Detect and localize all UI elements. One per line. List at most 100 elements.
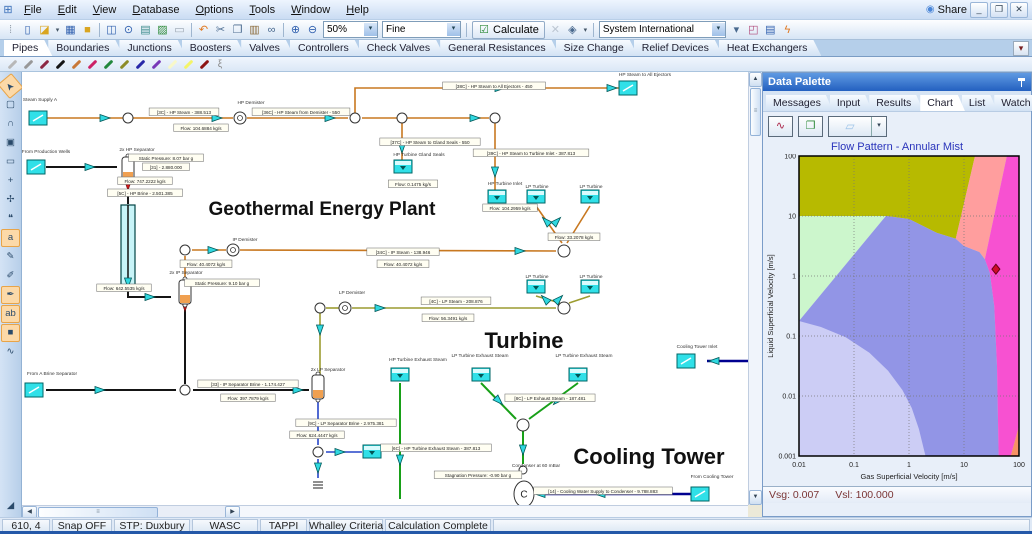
pen-color-5[interactable] [84,58,100,71]
tab-boosters[interactable]: Boosters [182,40,245,56]
page-setup-button[interactable]: ▭ [171,22,188,38]
quick-run-button[interactable]: ϟ [779,22,796,38]
boundary-node[interactable] [677,354,695,368]
horizontal-scroll-track[interactable] [159,506,225,517]
palette-tab-list[interactable]: List [962,95,997,111]
rectangle-tool[interactable]: ▭ [1,153,20,171]
report-button[interactable]: ◰ [745,22,762,38]
pipe[interactable] [355,88,620,118]
flow-pattern-chart[interactable]: 0.010.11101001001010.10.010.001Gas Super… [765,154,1029,486]
demister-node[interactable] [339,302,351,314]
pan-tool[interactable]: ✢ [1,191,20,209]
tab-boundaries[interactable]: Boundaries [48,40,123,56]
scroll-up-button[interactable]: ▲ [749,72,762,87]
junction-node[interactable] [180,245,190,255]
tank-node[interactable] [391,368,409,381]
pen-tool[interactable]: ✎ [1,248,20,266]
pen-color-7[interactable] [116,58,132,71]
unit-system-combo[interactable]: System International▾ [599,21,726,38]
tab-check-valves[interactable]: Check Valves [359,40,444,56]
share-icon[interactable]: ◉ [926,4,935,15]
junction-node[interactable] [558,302,570,314]
callout-tool[interactable]: ❝ [1,210,20,228]
find-button[interactable]: ∞ [263,22,280,38]
boundary-node[interactable] [619,81,637,95]
list-view-button[interactable]: ▤ [762,22,779,38]
tab-controllers[interactable]: Controllers [290,40,363,56]
text-a-tool[interactable]: a [1,229,20,247]
menu-database[interactable]: Database [124,2,187,18]
eraser-tool[interactable]: ✐ [1,267,20,285]
zoom-level-combo[interactable]: 50%▾ [323,21,378,38]
export-image-button[interactable]: ▨ [154,22,171,38]
tools-menu-button[interactable]: ◈ [564,22,581,38]
dropdown-arrow-icon[interactable]: ▾ [871,117,886,136]
text-ab-tool[interactable]: ab [1,305,20,323]
condenser-node[interactable]: C [514,481,534,505]
copy-button[interactable]: ❐ [229,22,246,38]
share-label[interactable]: Share [938,4,967,16]
print-button[interactable]: ▤ [137,22,154,38]
junction-node[interactable] [517,419,529,431]
tab-relief-devices[interactable]: Relief Devices [634,40,723,56]
print-preview-button[interactable]: ⊙ [120,22,137,38]
pen-color-1[interactable] [20,58,36,71]
tab-junctions[interactable]: Junctions [119,40,185,56]
tank-node[interactable] [527,190,545,203]
tank-node[interactable] [527,280,545,293]
palette-tab-input[interactable]: Input [830,95,872,111]
cancel-run-button[interactable]: ✕ [547,22,564,38]
tab-overflow-button[interactable]: ▾ [1013,41,1029,56]
boundary-node[interactable] [27,160,45,174]
pen-color-9[interactable] [148,58,164,71]
junction-node[interactable] [123,113,133,123]
menu-file[interactable]: File [16,2,50,18]
calculate-button[interactable]: ☑Calculate [472,21,545,39]
menu-options[interactable]: Options [187,2,241,18]
plant-diagram[interactable]: C[3C] - HP Steam - 388.513[36C] - HP Ste… [22,72,748,505]
extra-dropdown-button[interactable]: ▾ [728,22,745,38]
toolbox-corner[interactable]: ◢ [1,497,20,515]
pen-color-4[interactable] [68,58,84,71]
save-button[interactable]: ▦ [62,22,79,38]
data-palette-titlebar[interactable]: Data Palette [763,73,1031,91]
pen-color-12[interactable] [196,58,212,71]
close-button[interactable]: ✕ [1010,2,1028,18]
menu-edit[interactable]: Edit [50,2,85,18]
position-tool[interactable]: + [1,172,20,190]
pin-icon[interactable] [1017,78,1026,87]
tab-valves[interactable]: Valves [241,40,294,56]
pen-color-3[interactable] [52,58,68,71]
separator-vessel[interactable] [312,372,324,402]
tank-node[interactable] [581,280,599,293]
vertical-scrollbar[interactable]: ▲ ≡ ▼ [748,72,762,505]
pen-color-8[interactable] [132,58,148,71]
flow-pattern-dropdown[interactable]: ▱ ▾ [828,116,887,137]
scroll-down-button[interactable]: ▼ [749,490,762,505]
boundary-node[interactable] [29,111,47,125]
junction-node[interactable] [397,113,407,123]
undo-button[interactable]: ↶ [195,22,212,38]
tank-node[interactable] [569,368,587,381]
open-file-button[interactable]: ◪ [36,22,53,38]
tab-size-change[interactable]: Size Change [556,40,638,56]
tank-node[interactable] [581,190,599,203]
fill-color-tool[interactable]: ■ [1,324,20,342]
vertical-scroll-track[interactable] [749,137,762,490]
toolbar-grip[interactable]: ⁞ [2,22,19,38]
junction-node[interactable] [490,113,500,123]
pen-color-6[interactable] [100,58,116,71]
tank-node[interactable] [394,160,412,173]
pen-color-10[interactable] [164,58,180,71]
chart-options-button[interactable]: ∿ [768,116,793,137]
cut-button[interactable]: ✂ [212,22,229,38]
menu-view[interactable]: View [85,2,125,18]
boundary-node[interactable] [691,487,709,501]
demister-node[interactable] [234,112,246,124]
tab-general-resistances[interactable]: General Resistances [440,40,559,56]
new-file-button[interactable]: ▯ [19,22,36,38]
workspace-layout-button[interactable]: ◫ [103,22,120,38]
junction-node[interactable] [350,113,360,123]
tank-node[interactable] [488,190,506,203]
boundary-node[interactable] [25,383,43,397]
